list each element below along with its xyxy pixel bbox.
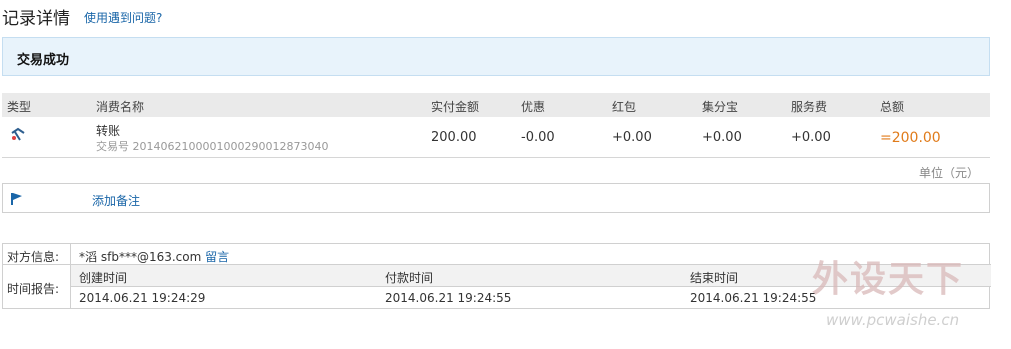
points-amount: +0.00 bbox=[702, 130, 742, 145]
service-fee-amount: +0.00 bbox=[791, 130, 831, 145]
col-type: 类型 bbox=[7, 100, 32, 114]
item-name: 转账 bbox=[96, 124, 121, 138]
unit-label: 单位（元） bbox=[918, 166, 979, 180]
discount-amount: -0.00 bbox=[521, 130, 555, 145]
paid-time-value: 2014.06.21 19:24:55 bbox=[385, 291, 512, 305]
note-bar: 添加备注 bbox=[2, 183, 990, 213]
col-name: 消费名称 bbox=[96, 100, 145, 114]
trade-no-value: 2014062100001000290012873040 bbox=[132, 140, 329, 153]
watermark-url: www.pcwaishe.cn bbox=[826, 311, 960, 329]
total-amount: =200.00 bbox=[880, 130, 941, 146]
col-service-fee: 服务费 bbox=[791, 100, 828, 114]
message-link[interactable]: 留言 bbox=[205, 250, 229, 264]
end-time-value: 2014.06.21 19:24:55 bbox=[690, 291, 817, 305]
add-note-link[interactable]: 添加备注 bbox=[92, 192, 140, 209]
table-header: 类型 消费名称 实付金额 优惠 红包 集分宝 服务费 总额 bbox=[2, 93, 990, 117]
counterparty-account: sfb***@163.com bbox=[100, 250, 202, 264]
created-time-header: 创建时间 bbox=[79, 271, 128, 285]
flag-icon bbox=[10, 191, 24, 210]
trade-no-label: 交易号 bbox=[96, 140, 129, 153]
col-red-packet: 红包 bbox=[612, 100, 637, 114]
created-time-value: 2014.06.21 19:24:29 bbox=[79, 291, 206, 305]
paid-amount: 200.00 bbox=[431, 130, 477, 145]
col-paid: 实付金额 bbox=[431, 100, 480, 114]
counterparty-label: 对方信息: bbox=[7, 250, 60, 264]
counterparty-info: *滔 sfb***@163.com 留言 bbox=[79, 248, 229, 265]
counterparty-name: *滔 bbox=[79, 250, 98, 264]
table-row: 转账 交易号 2014062100001000290012873040 200.… bbox=[2, 117, 990, 158]
trade-no: 交易号 2014062100001000290012873040 bbox=[96, 138, 328, 154]
col-total: 总额 bbox=[880, 100, 905, 114]
status-text: 交易成功 bbox=[17, 53, 70, 68]
watermark-logo: 外设天下 bbox=[812, 259, 965, 300]
col-points: 集分宝 bbox=[702, 100, 739, 114]
end-time-header: 结束时间 bbox=[690, 271, 739, 285]
status-banner: 交易成功 bbox=[2, 37, 990, 76]
transfer-icon bbox=[10, 126, 26, 146]
timeline-label: 时间报告: bbox=[7, 282, 60, 296]
page-title: 记录详情 bbox=[2, 9, 70, 29]
help-link[interactable]: 使用遇到问题? bbox=[84, 9, 162, 26]
red-packet-amount: +0.00 bbox=[612, 130, 652, 145]
paid-time-header: 付款时间 bbox=[385, 271, 434, 285]
col-discount: 优惠 bbox=[521, 100, 546, 114]
